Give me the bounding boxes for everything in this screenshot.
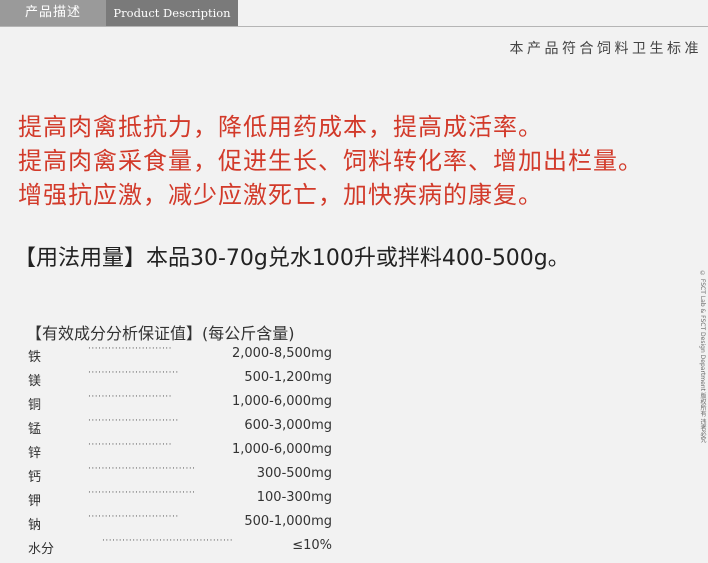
table-row: 水分 ·····································… (28, 536, 334, 560)
product-claims: 提高肉禽抵抗力，降低用药成本，提高成活率。 提高肉禽采食量，促进生长、饲料转化率… (18, 110, 643, 212)
ingredient-value: 600-3,000mg (244, 418, 332, 433)
ingredient-value: 100-300mg (256, 490, 332, 505)
tab-product-description-en[interactable]: Product Description (106, 0, 238, 26)
leader-dots: ··························· (88, 512, 179, 522)
tab-product-description-cn[interactable]: 产品描述 (0, 0, 106, 26)
claim-line: 提高肉禽采食量，促进生长、饲料转化率、增加出栏量。 (18, 147, 643, 175)
table-row: 铁 ························· 2,000-8,500m… (28, 344, 334, 368)
claim-line: 增强抗应激，减少应激死亡，加快疾病的康复。 (18, 181, 543, 209)
leader-dots: ··························· (88, 368, 179, 378)
leader-dots: ······································· (102, 536, 234, 546)
table-row: 锰 ··························· 600-3,000m… (28, 416, 334, 440)
ingredient-name: 镁 (28, 374, 42, 389)
ingredient-name: 水分 (28, 542, 55, 557)
leader-dots: ································ (88, 488, 196, 498)
ingredient-name: 铜 (28, 398, 42, 413)
table-row: 铜 ························· 1,000-6,000m… (28, 392, 334, 416)
table-row: 钾 ································ 100-3… (28, 488, 334, 512)
claim-line: 提高肉禽抵抗力，降低用药成本，提高成活率。 (18, 113, 543, 141)
guaranteed-analysis-title: 【有效成分分析保证值】(每公斤含量) (26, 324, 295, 343)
feed-standard-note: 本产品符合饲料卫生标准 (509, 41, 702, 57)
table-row: 镁 ··························· 500-1,200m… (28, 368, 334, 392)
leader-dots: ························· (88, 392, 173, 402)
ingredient-value: 500-1,000mg (244, 514, 332, 529)
ingredient-value: 2,000-8,500mg (231, 346, 332, 361)
ingredient-name: 铁 (28, 350, 42, 365)
ingredient-name: 锰 (28, 422, 42, 437)
leader-dots: ··························· (88, 416, 179, 426)
leader-dots: ························· (88, 440, 173, 450)
guaranteed-analysis-table: 铁 ························· 2,000-8,500m… (28, 344, 334, 560)
leader-dots: ································ (88, 464, 196, 474)
description-tab-bar: 产品描述 Product Description (0, 0, 708, 27)
table-row: 锌 ························· 1,000-6,000m… (28, 440, 334, 464)
ingredient-value: 300-500mg (256, 466, 332, 481)
usage-dosage: 【用法用量】本品30-70g兑水100升或拌料400-500g。 (14, 246, 570, 271)
leader-dots: ························· (88, 344, 173, 354)
table-row: 钙 ································ 300-5… (28, 464, 334, 488)
table-row: 钠 ··························· 500-1,000m… (28, 512, 334, 536)
ingredient-value: ≤10% (292, 538, 332, 553)
ingredient-name: 钠 (28, 518, 42, 533)
copyright-credit: © FSCT Lab & FSCT Design Department 版权所有… (699, 270, 706, 443)
ingredient-value: 500-1,200mg (244, 370, 332, 385)
ingredient-name: 钾 (28, 494, 42, 509)
ingredient-value: 1,000-6,000mg (231, 394, 332, 409)
tab-divider (0, 26, 708, 27)
ingredient-name: 钙 (28, 470, 42, 485)
ingredient-name: 锌 (28, 446, 42, 461)
ingredient-value: 1,000-6,000mg (231, 442, 332, 457)
